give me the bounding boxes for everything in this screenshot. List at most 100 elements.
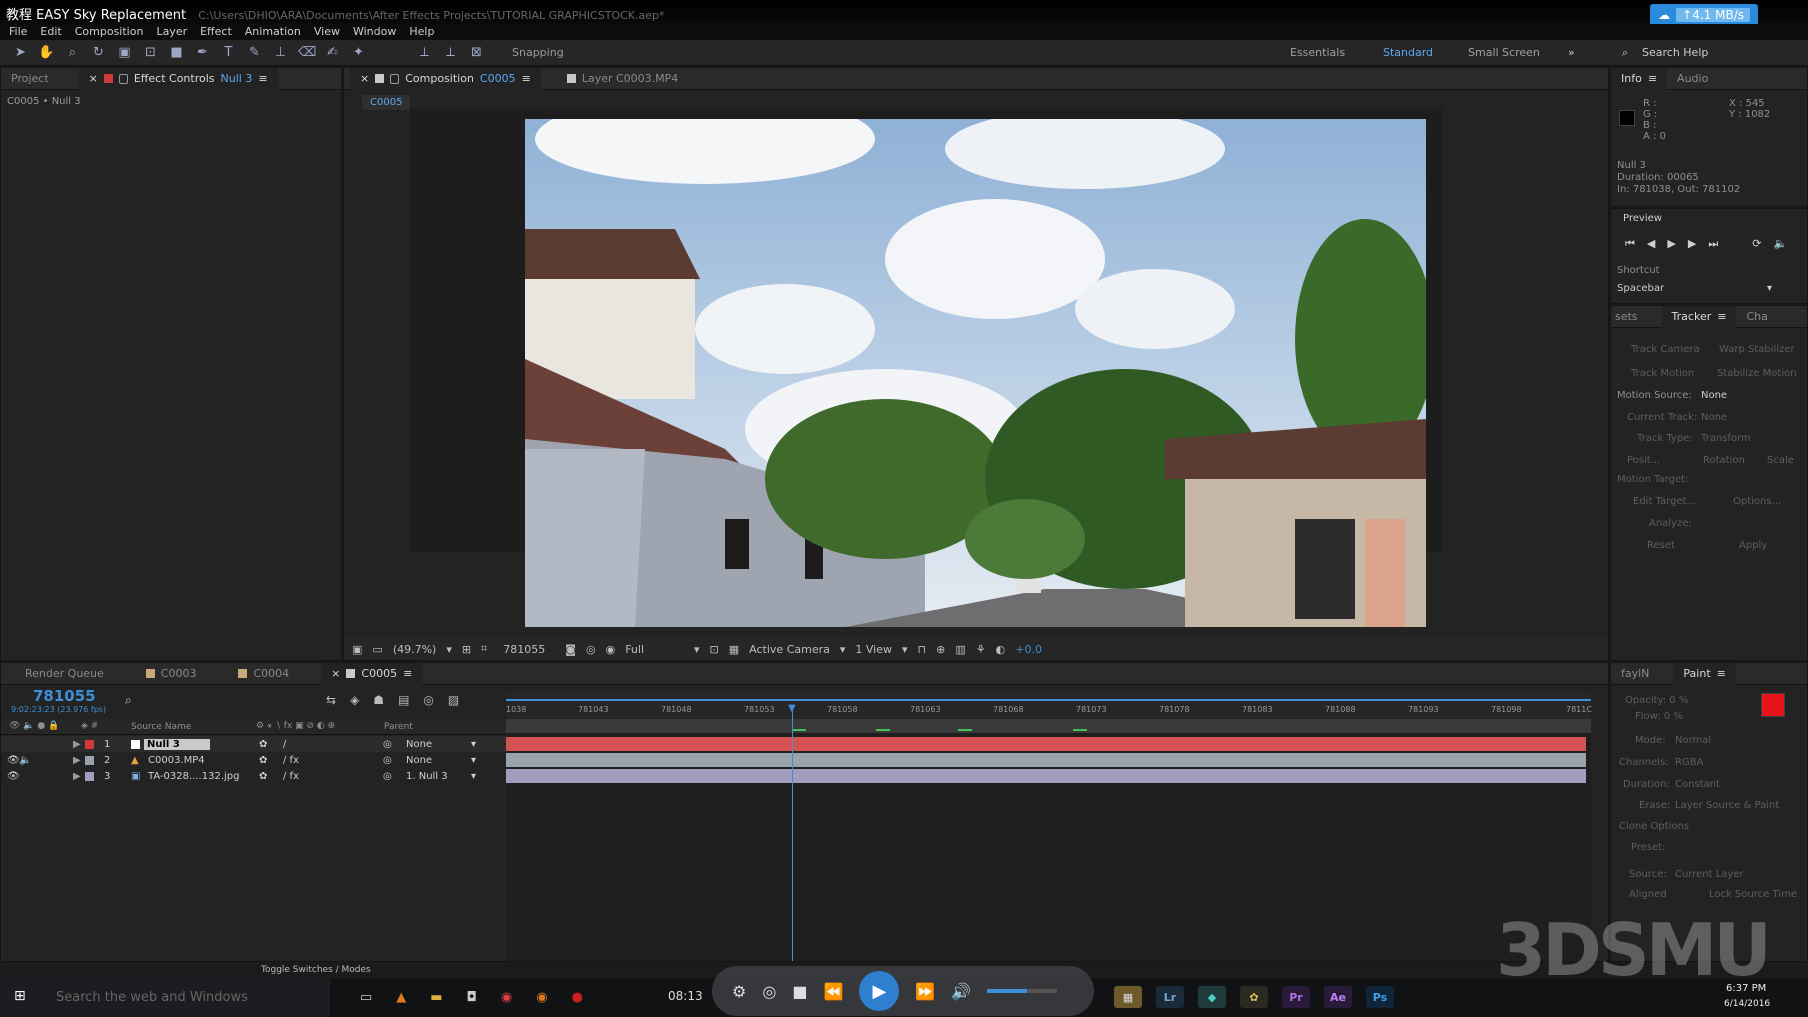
audio-icon[interactable]: 🔈 (1773, 237, 1787, 251)
layer-label-chip[interactable] (85, 739, 94, 749)
panel-menu-icon[interactable]: ≡ (522, 72, 531, 85)
fit-icon[interactable]: ⊞ (462, 643, 471, 656)
premiere-icon[interactable]: Pr (1282, 986, 1310, 1008)
playhead-icon[interactable]: ▼ (788, 703, 796, 714)
expand-icon[interactable]: ▶ (73, 755, 81, 766)
hand-tool-icon[interactable]: ✋ (38, 45, 55, 60)
paint-opacity[interactable]: Opacity: 0 % (1625, 695, 1688, 706)
chevron-down-icon[interactable]: ▾ (1767, 283, 1772, 294)
timeline-current-time[interactable]: 781055 (33, 687, 96, 705)
tab-c0003[interactable]: C0003 (136, 663, 207, 685)
channels-icon[interactable]: ◉ (606, 643, 616, 656)
tab-sets[interactable]: sets (1611, 306, 1642, 328)
chrome-icon[interactable]: ◉ (501, 990, 512, 1005)
layer-bar-ta0328[interactable] (506, 769, 1586, 783)
panel-menu-icon[interactable]: ≡ (403, 667, 412, 680)
roto-brush-tool-icon[interactable]: ✍ (324, 45, 341, 60)
layer-label-chip[interactable] (85, 755, 94, 765)
tab-paint[interactable]: Paint ≡ (1673, 662, 1736, 685)
quality-icon[interactable]: ∕ (283, 739, 286, 750)
rotate-tool-icon[interactable]: ↻ (90, 45, 107, 60)
tab-info[interactable]: Info ≡ (1611, 67, 1668, 90)
parent-select[interactable]: 1. Null 3 (406, 771, 448, 782)
pick-whip-icon[interactable]: ◎ (383, 771, 392, 782)
current-time-display[interactable]: 781055 (503, 643, 545, 656)
menu-help[interactable]: Help (404, 24, 442, 40)
axis-local-icon[interactable]: ⟂ (416, 45, 433, 60)
app-yellow-icon[interactable]: ✿ (1240, 986, 1268, 1008)
firefox-icon[interactable]: ◉ (536, 990, 547, 1005)
source-name-header[interactable]: Source Name (131, 722, 191, 732)
stabilize-motion-button[interactable]: Stabilize Motion (1717, 368, 1797, 379)
expand-icon[interactable]: ▶ (73, 739, 81, 750)
tab-audio[interactable]: Audio (1667, 68, 1718, 90)
snapshot-camera-icon[interactable]: ◙ (565, 643, 576, 656)
axis-world-icon[interactable]: ⟂ (442, 45, 459, 60)
close-icon[interactable]: × (360, 72, 369, 85)
view-layout-select[interactable]: 1 View (855, 643, 892, 656)
paint-flow[interactable]: Flow: 0 % (1635, 711, 1683, 722)
chevron-down-icon[interactable]: ▾ (840, 643, 846, 656)
search-icon[interactable]: ⌕ (125, 693, 132, 708)
zoom-select[interactable]: (49.7%) (393, 643, 437, 656)
tab-project[interactable]: Project (1, 68, 59, 90)
source-select[interactable]: Current Layer (1675, 869, 1744, 880)
monitor-icon[interactable]: ▭ (372, 643, 382, 656)
resolution-select[interactable]: Full (625, 643, 644, 656)
track-camera-button[interactable]: Track Camera (1631, 344, 1700, 355)
tab-render-queue[interactable]: Render Queue (15, 663, 114, 685)
tab-cha[interactable]: Cha (1736, 306, 1777, 328)
stop-icon[interactable]: ■ (792, 982, 807, 1001)
toggle-switches-modes[interactable]: Toggle Switches / Modes (261, 965, 371, 975)
duration-select[interactable]: Constant (1675, 779, 1720, 790)
snapping-toggle[interactable]: Snapping (512, 46, 564, 59)
type-tool-icon[interactable]: T (220, 45, 237, 60)
layer-bar-c0003[interactable] (506, 753, 1586, 767)
puppet-pin-tool-icon[interactable]: ✦ (350, 45, 367, 60)
chevron-down-icon[interactable]: ▾ (471, 739, 476, 750)
windows-start-icon[interactable]: ⊞ (14, 988, 26, 1004)
parent-select[interactable]: None (406, 755, 432, 766)
tab-effect-controls[interactable]: × Effect Controls Null 3 ≡ (78, 67, 278, 90)
toggle-pixel-icon[interactable]: ⊓ (918, 643, 927, 656)
close-icon[interactable]: × (331, 667, 340, 680)
layer-row[interactable]: 👁 🔈 ▶ 2 ▲ C0003.MP4 ✿ ∕ fx ◎ None ▾ (1, 752, 506, 768)
tab-c0005[interactable]: × C0005 ≡ (321, 662, 423, 685)
shy-icon[interactable]: ✿ (259, 755, 267, 766)
menu-edit[interactable]: Edit (35, 24, 69, 40)
play-icon[interactable]: ▶ (1667, 237, 1675, 251)
after-effects-icon[interactable]: Ae (1324, 986, 1352, 1008)
pan-behind-tool-icon[interactable]: ⊡ (142, 45, 159, 60)
chevron-down-icon[interactable]: ▾ (902, 643, 908, 656)
rotation-checkbox[interactable]: Rotation (1703, 455, 1745, 466)
scale-checkbox[interactable]: Scale (1767, 455, 1794, 466)
time-ruler[interactable]: 1038 781043 781048 781053 781058 781063 … (506, 691, 1592, 719)
options-button[interactable]: Options... (1733, 496, 1781, 507)
layer-name[interactable]: C0003.MP4 (148, 755, 205, 766)
shy-icon[interactable]: ✿ (259, 739, 267, 750)
pick-whip-icon[interactable]: ◎ (383, 739, 392, 750)
menu-file[interactable]: File (4, 24, 35, 40)
panel-menu-icon[interactable]: ≡ (1717, 667, 1726, 680)
app-teal-icon[interactable]: ◆ (1198, 986, 1226, 1008)
current-track-select[interactable]: None (1701, 412, 1727, 423)
panel-menu-icon[interactable]: ≡ (258, 72, 267, 85)
channels-select[interactable]: RGBA (1675, 757, 1703, 768)
tab-layer[interactable]: Layer C0003.MP4 (557, 68, 688, 90)
chevron-down-icon[interactable]: ▾ (471, 755, 476, 766)
visibility-icon[interactable]: 👁 (7, 755, 20, 766)
pen-tool-icon[interactable]: ✒ (194, 45, 211, 60)
track-motion-button[interactable]: Track Motion (1631, 368, 1694, 379)
vlc-icon[interactable]: ▲ (396, 990, 406, 1005)
volume-icon[interactable]: 🔊 (951, 982, 971, 1001)
menu-view[interactable]: View (309, 24, 348, 40)
file-explorer-icon[interactable]: ▬ (430, 990, 442, 1005)
axis-view-icon[interactable]: ⊠ (468, 45, 485, 60)
camera-select[interactable]: Active Camera (749, 643, 830, 656)
layer-label-chip[interactable] (85, 771, 94, 781)
flowchart-icon[interactable]: ⚘ (976, 643, 986, 656)
current-time-indicator[interactable] (792, 705, 793, 961)
workspace-small-screen[interactable]: Small Screen (1468, 46, 1540, 59)
menu-window[interactable]: Window (348, 24, 404, 40)
aligned-checkbox[interactable]: Aligned (1629, 889, 1667, 900)
